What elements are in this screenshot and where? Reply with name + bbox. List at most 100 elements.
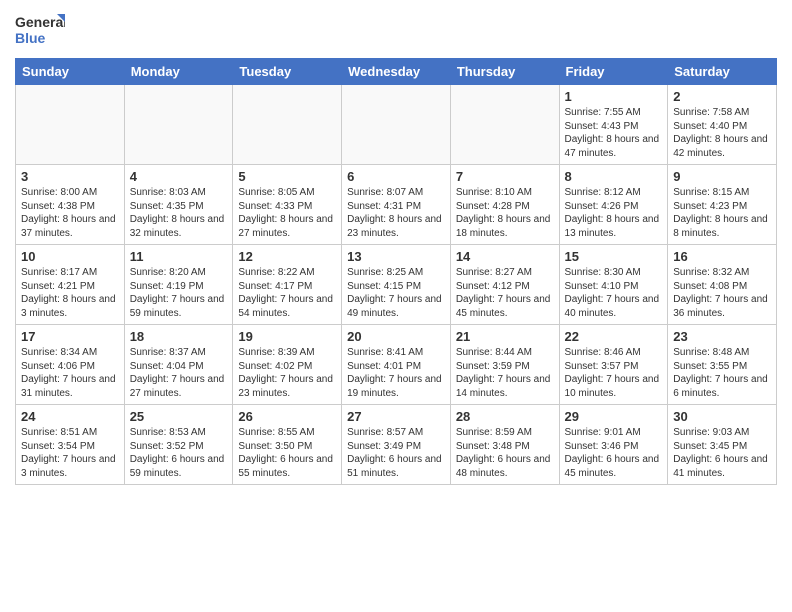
day-info: Sunrise: 8:22 AM Sunset: 4:17 PM Dayligh… <box>238 266 336 320</box>
main-container: GeneralBlue SundayMondayTuesdayWednesday… <box>0 0 792 495</box>
calendar-cell: 21 Sunrise: 8:44 AM Sunset: 3:59 PM Dayli… <box>450 325 559 405</box>
day-number: 14 <box>456 249 554 264</box>
calendar-cell: 27 Sunrise: 8:57 AM Sunset: 3:49 PM Dayli… <box>342 405 451 485</box>
day-number: 9 <box>673 169 771 184</box>
calendar-cell: 29 Sunrise: 9:01 AM Sunset: 3:46 PM Dayli… <box>559 405 668 485</box>
calendar-cell: 4 Sunrise: 8:03 AM Sunset: 4:35 PM Daylig… <box>124 165 233 245</box>
day-info: Sunrise: 8:27 AM Sunset: 4:12 PM Dayligh… <box>456 266 554 320</box>
day-number: 11 <box>130 249 228 264</box>
day-info: Sunrise: 8:37 AM Sunset: 4:04 PM Dayligh… <box>130 346 228 400</box>
weekday-header-saturday: Saturday <box>668 59 777 85</box>
calendar-cell: 5 Sunrise: 8:05 AM Sunset: 4:33 PM Daylig… <box>233 165 342 245</box>
weekday-header-thursday: Thursday <box>450 59 559 85</box>
day-info: Sunrise: 8:20 AM Sunset: 4:19 PM Dayligh… <box>130 266 228 320</box>
day-number: 2 <box>673 89 771 104</box>
weekday-header-row: SundayMondayTuesdayWednesdayThursdayFrid… <box>16 59 777 85</box>
calendar-cell <box>233 85 342 165</box>
day-number: 4 <box>130 169 228 184</box>
calendar-cell: 12 Sunrise: 8:22 AM Sunset: 4:17 PM Dayli… <box>233 245 342 325</box>
svg-text:General: General <box>15 14 65 30</box>
day-number: 24 <box>21 409 119 424</box>
day-number: 17 <box>21 329 119 344</box>
day-number: 26 <box>238 409 336 424</box>
day-number: 15 <box>565 249 663 264</box>
calendar-cell: 30 Sunrise: 9:03 AM Sunset: 3:45 PM Dayli… <box>668 405 777 485</box>
logo-icon: GeneralBlue <box>15 10 65 50</box>
calendar-cell: 2 Sunrise: 7:58 AM Sunset: 4:40 PM Daylig… <box>668 85 777 165</box>
calendar-cell: 26 Sunrise: 8:55 AM Sunset: 3:50 PM Dayli… <box>233 405 342 485</box>
day-info: Sunrise: 8:25 AM Sunset: 4:15 PM Dayligh… <box>347 266 445 320</box>
day-info: Sunrise: 8:17 AM Sunset: 4:21 PM Dayligh… <box>21 266 119 320</box>
header: GeneralBlue <box>15 10 777 50</box>
calendar-cell <box>16 85 125 165</box>
calendar-cell <box>342 85 451 165</box>
day-info: Sunrise: 9:01 AM Sunset: 3:46 PM Dayligh… <box>565 426 663 480</box>
day-number: 23 <box>673 329 771 344</box>
calendar-cell: 16Sunrise: 8:32 AM Sunset: 4:08 PM Dayli… <box>668 245 777 325</box>
day-info: Sunrise: 8:12 AM Sunset: 4:26 PM Dayligh… <box>565 186 663 240</box>
day-info: Sunrise: 7:55 AM Sunset: 4:43 PM Dayligh… <box>565 106 663 160</box>
day-info: Sunrise: 8:03 AM Sunset: 4:35 PM Dayligh… <box>130 186 228 240</box>
calendar-cell: 7 Sunrise: 8:10 AM Sunset: 4:28 PM Daylig… <box>450 165 559 245</box>
calendar-table: SundayMondayTuesdayWednesdayThursdayFrid… <box>15 58 777 485</box>
day-info: Sunrise: 8:15 AM Sunset: 4:23 PM Dayligh… <box>673 186 771 240</box>
day-number: 25 <box>130 409 228 424</box>
day-number: 5 <box>238 169 336 184</box>
calendar-cell: 13 Sunrise: 8:25 AM Sunset: 4:15 PM Dayli… <box>342 245 451 325</box>
calendar-cell: 6Sunrise: 8:07 AM Sunset: 4:31 PM Daylig… <box>342 165 451 245</box>
calendar-cell: 22Sunrise: 8:46 AM Sunset: 3:57 PM Dayli… <box>559 325 668 405</box>
day-info: Sunrise: 8:44 AM Sunset: 3:59 PM Dayligh… <box>456 346 554 400</box>
calendar-cell: 3Sunrise: 8:00 AM Sunset: 4:38 PM Daylig… <box>16 165 125 245</box>
day-info: Sunrise: 7:58 AM Sunset: 4:40 PM Dayligh… <box>673 106 771 160</box>
day-info: Sunrise: 8:34 AM Sunset: 4:06 PM Dayligh… <box>21 346 119 400</box>
day-info: Sunrise: 8:46 AM Sunset: 3:57 PM Dayligh… <box>565 346 663 400</box>
week-row-4: 17 Sunrise: 8:34 AM Sunset: 4:06 PM Dayli… <box>16 325 777 405</box>
day-info: Sunrise: 8:05 AM Sunset: 4:33 PM Dayligh… <box>238 186 336 240</box>
day-number: 12 <box>238 249 336 264</box>
day-number: 8 <box>565 169 663 184</box>
week-row-1: 1 Sunrise: 7:55 AM Sunset: 4:43 PM Daylig… <box>16 85 777 165</box>
weekday-header-monday: Monday <box>124 59 233 85</box>
calendar-cell: 24 Sunrise: 8:51 AM Sunset: 3:54 PM Dayli… <box>16 405 125 485</box>
day-number: 28 <box>456 409 554 424</box>
calendar-cell: 20Sunrise: 8:41 AM Sunset: 4:01 PM Dayli… <box>342 325 451 405</box>
day-number: 18 <box>130 329 228 344</box>
week-row-5: 24 Sunrise: 8:51 AM Sunset: 3:54 PM Dayli… <box>16 405 777 485</box>
calendar-cell: 28Sunrise: 8:59 AM Sunset: 3:48 PM Dayli… <box>450 405 559 485</box>
day-info: Sunrise: 8:07 AM Sunset: 4:31 PM Dayligh… <box>347 186 445 240</box>
weekday-header-friday: Friday <box>559 59 668 85</box>
calendar-cell: 17 Sunrise: 8:34 AM Sunset: 4:06 PM Dayli… <box>16 325 125 405</box>
day-number: 19 <box>238 329 336 344</box>
day-info: Sunrise: 8:51 AM Sunset: 3:54 PM Dayligh… <box>21 426 119 480</box>
day-info: Sunrise: 9:03 AM Sunset: 3:45 PM Dayligh… <box>673 426 771 480</box>
day-number: 1 <box>565 89 663 104</box>
day-number: 30 <box>673 409 771 424</box>
day-number: 13 <box>347 249 445 264</box>
day-number: 21 <box>456 329 554 344</box>
day-number: 10 <box>21 249 119 264</box>
calendar-cell: 1 Sunrise: 7:55 AM Sunset: 4:43 PM Daylig… <box>559 85 668 165</box>
week-row-3: 10 Sunrise: 8:17 AM Sunset: 4:21 PM Dayli… <box>16 245 777 325</box>
weekday-header-tuesday: Tuesday <box>233 59 342 85</box>
day-number: 3 <box>21 169 119 184</box>
calendar-cell: 10 Sunrise: 8:17 AM Sunset: 4:21 PM Dayli… <box>16 245 125 325</box>
weekday-header-wednesday: Wednesday <box>342 59 451 85</box>
calendar-cell: 9 Sunrise: 8:15 AM Sunset: 4:23 PM Daylig… <box>668 165 777 245</box>
weekday-header-sunday: Sunday <box>16 59 125 85</box>
day-number: 7 <box>456 169 554 184</box>
calendar-cell: 18 Sunrise: 8:37 AM Sunset: 4:04 PM Dayli… <box>124 325 233 405</box>
day-number: 29 <box>565 409 663 424</box>
calendar-cell: 15Sunrise: 8:30 AM Sunset: 4:10 PM Dayli… <box>559 245 668 325</box>
day-info: Sunrise: 8:39 AM Sunset: 4:02 PM Dayligh… <box>238 346 336 400</box>
day-info: Sunrise: 8:55 AM Sunset: 3:50 PM Dayligh… <box>238 426 336 480</box>
calendar-cell: 14 Sunrise: 8:27 AM Sunset: 4:12 PM Dayli… <box>450 245 559 325</box>
day-info: Sunrise: 8:48 AM Sunset: 3:55 PM Dayligh… <box>673 346 771 400</box>
logo: GeneralBlue <box>15 10 65 50</box>
day-info: Sunrise: 8:57 AM Sunset: 3:49 PM Dayligh… <box>347 426 445 480</box>
week-row-2: 3Sunrise: 8:00 AM Sunset: 4:38 PM Daylig… <box>16 165 777 245</box>
calendar-cell <box>450 85 559 165</box>
day-number: 27 <box>347 409 445 424</box>
day-number: 20 <box>347 329 445 344</box>
day-info: Sunrise: 8:10 AM Sunset: 4:28 PM Dayligh… <box>456 186 554 240</box>
day-info: Sunrise: 8:32 AM Sunset: 4:08 PM Dayligh… <box>673 266 771 320</box>
